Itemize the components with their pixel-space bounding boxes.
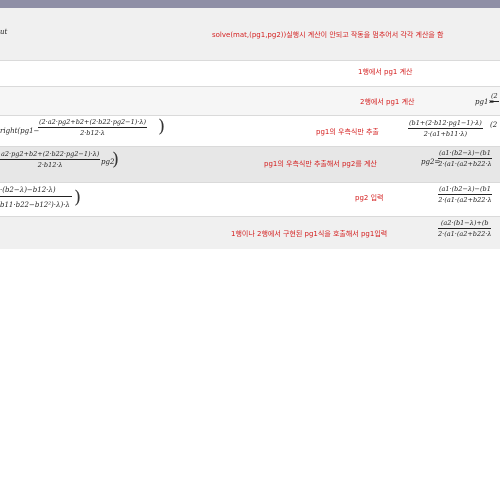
row4-comment: pg1의 우측식만 추출해서 pg2를 계산 (264, 160, 377, 168)
row4-right-fraction: (a1·(b2−λ)−(b1 2·(a1·(a2+b22·λ (438, 149, 492, 168)
row2-right-fraction: (2 (490, 92, 499, 103)
row0-comment: solve(mat,(pg1,pg2))실행시 계산이 안되고 작동을 멈추어서… (212, 31, 444, 39)
row5-right-denominator: 2·(a1·(a2+b22·λ (438, 196, 492, 204)
row3-left-fraction: (2·a2·pg2+b2+(2·b22·pg2−1)·λ) 2·b12·λ (38, 118, 147, 137)
row4-right-numerator: (a1·(b2−λ)−(b1 (438, 149, 492, 159)
row5-left-line1: ·(b2−λ)−b12·λ) (0, 186, 56, 194)
row4-close-paren: ) (112, 149, 120, 170)
row3-right-numerator: (b1+(2·b12·pg1−1)·λ) (408, 119, 483, 129)
worksheet-empty-area[interactable] (0, 249, 500, 500)
row5-comment: pg2 입력 (355, 194, 384, 202)
row2-right-denominator (490, 102, 499, 103)
row6-right-fraction: (a2·(b1−λ)+(b 2·(a1·(a2+b22·λ (438, 219, 492, 238)
row2-right-numerator: (2 (490, 92, 499, 102)
row6-comment: 1행이나 2행에서 구현된 pg1식을 호출해서 pg1입력 (231, 230, 388, 238)
row6-right-numerator: (a2·(b1−λ)+(b (438, 219, 492, 229)
row3-right-denominator: 2·(a1+b11·λ) (423, 130, 468, 138)
row2-comment: 2행에서 pg1 계산 (360, 98, 415, 106)
row3-close-paren: ) (158, 116, 166, 137)
row5-fraction-bar (0, 196, 72, 197)
row3-left-denominator: 2·b12·λ (80, 129, 105, 137)
worksheet-row-1[interactable] (0, 61, 500, 86)
row4-left-fraction: a2·pg2+b2+(2·b22·pg2−1)·λ) 2·b12·λ (0, 150, 101, 169)
row5-right-numerator: (a1·(b2−λ)−(b1 (438, 185, 492, 195)
window-title-bar (0, 0, 500, 8)
row3-right-continuation: (2 (490, 121, 498, 129)
row4-left-denominator: 2·b12·λ (37, 161, 63, 169)
row4-left-numerator: a2·pg2+b2+(2·b22·pg2−1)·λ) (0, 150, 101, 160)
row3-left-numerator: (2·a2·pg2+b2+(2·b22·pg2−1)·λ) (38, 118, 147, 128)
row3-comment: pg1의 우측식만 추출 (316, 128, 379, 136)
row1-comment: 1행에서 pg1 계산 (358, 68, 413, 76)
row5-right-fraction: (a1·(b2−λ)−(b1 2·(a1·(a2+b22·λ (438, 185, 492, 204)
row5-left-line2: b11·b22−b12²)·λ)·λ (0, 201, 70, 209)
worksheet-row-2[interactable] (0, 87, 500, 115)
row3-left-prefix: right(pg1− (0, 127, 40, 135)
row6-right-denominator: 2·(a1·(a2+b22·λ (438, 230, 492, 238)
row4-right-denominator: 2·(a1·(a2+b22·λ (438, 160, 492, 168)
row5-close-paren: ) (74, 187, 82, 208)
row3-right-fraction: (b1+(2·b12·pg1−1)·λ) 2·(a1+b11·λ) (408, 119, 483, 138)
row0-left-text: ut (0, 28, 8, 36)
